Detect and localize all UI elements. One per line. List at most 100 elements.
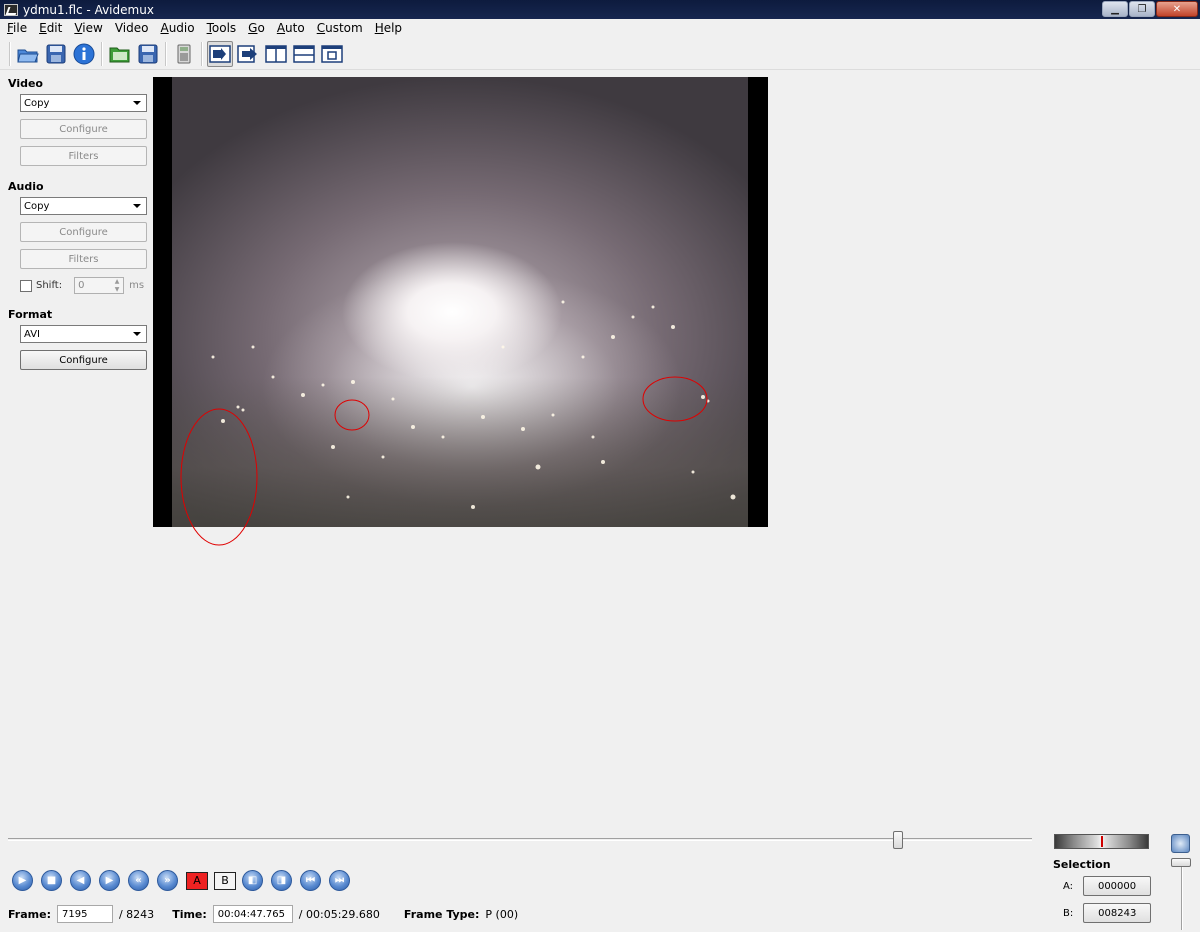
play-button[interactable]: ▶: [12, 870, 33, 891]
video-codec-select[interactable]: Copy: [20, 94, 147, 112]
next-black-frame-icon: ⏭: [335, 875, 344, 886]
toolbar-separator: [201, 41, 203, 66]
shift-value: 0: [78, 280, 85, 291]
minimize-icon: ▁: [1111, 3, 1119, 15]
next-keyframe-button[interactable]: »: [157, 870, 178, 891]
go-to-b-button[interactable]: ◨: [271, 870, 292, 891]
menu-auto[interactable]: Auto: [270, 21, 310, 35]
video-preview: [153, 77, 768, 527]
open-button[interactable]: [15, 41, 41, 67]
menu-audio[interactable]: Audio: [153, 21, 199, 35]
frame-type-label: Frame Type:: [403, 907, 480, 921]
set-marker-b-button[interactable]: B: [214, 871, 236, 890]
go-to-a-button[interactable]: ◧: [242, 870, 263, 891]
toolbar-separator: [165, 41, 167, 66]
toolbar-separator: [101, 41, 103, 66]
shift-spinbox[interactable]: 0 ▲ ▼: [74, 277, 125, 294]
audio-codec-select[interactable]: Copy: [20, 197, 147, 215]
stop-icon: ■: [46, 875, 57, 886]
video-configure-button[interactable]: Configure: [20, 119, 147, 139]
menu-video[interactable]: Video: [108, 21, 154, 35]
chevron-down-icon: [133, 204, 141, 208]
toolbar: [0, 38, 1200, 70]
audio-configure-button[interactable]: Configure: [20, 222, 147, 242]
save-video-button[interactable]: [135, 41, 161, 67]
status-row: Frame: 7195 / 8243 Time: 00:04:47.765 / …: [8, 905, 518, 923]
timeline-thumb[interactable]: [893, 831, 903, 849]
open-folder-icon: [109, 47, 130, 62]
format-select[interactable]: AVI: [20, 325, 147, 343]
chevron-down-icon: [133, 332, 141, 336]
next-black-frame-button[interactable]: ⏭: [329, 870, 350, 891]
previous-black-frame-icon: ⏮: [306, 875, 315, 886]
city-lights: [211, 300, 736, 509]
menu-tools[interactable]: Tools: [200, 21, 242, 35]
menu-file[interactable]: File: [0, 21, 32, 35]
set-marker-a-button[interactable]: A: [186, 871, 208, 890]
selection-a-row: A: 000000: [1063, 876, 1152, 896]
previous-keyframe-button[interactable]: «: [128, 870, 149, 891]
time-total: / 00:05:29.680: [298, 907, 380, 921]
timeline-track[interactable]: [8, 838, 1032, 841]
frame-input[interactable]: 7195: [56, 905, 113, 923]
split-horizontal-button[interactable]: [291, 41, 317, 67]
menu-help[interactable]: Help: [368, 21, 407, 35]
menu-edit[interactable]: Edit: [32, 21, 67, 35]
previous-black-frame-button[interactable]: ⏮: [300, 870, 321, 891]
spin-down-icon[interactable]: ▼: [112, 286, 122, 293]
format-configure-button[interactable]: Configure: [20, 350, 147, 370]
volume-icon[interactable]: [1171, 834, 1190, 853]
format-section-label: Format: [8, 308, 53, 321]
menu-bar: File Edit View Video Audio Tools Go Auto…: [0, 19, 1200, 37]
stop-button[interactable]: ■: [41, 870, 62, 891]
preview-window-icon: [321, 44, 343, 63]
volume-track[interactable]: [1181, 858, 1183, 930]
menu-go[interactable]: Go: [241, 21, 270, 35]
time-input[interactable]: 00:04:47.765: [212, 905, 293, 923]
go-to-b-icon: ◨: [276, 875, 287, 886]
display-input-button[interactable]: [207, 40, 233, 67]
preview-window-button[interactable]: [319, 41, 345, 67]
navigation-bar: ▶ ■ ◀ ▶ « » A B ◧ ◨ ⏮ ⏭: [12, 870, 358, 891]
frame-type-value: P (00): [485, 907, 519, 921]
selection-a-label: A:: [1063, 880, 1074, 892]
calculator-button[interactable]: [171, 41, 197, 67]
split-vertical-button[interactable]: [263, 41, 289, 67]
shift-unit: ms: [129, 280, 145, 291]
split-horizontal-icon: [293, 44, 315, 63]
selection-b-row: B: 008243: [1063, 903, 1152, 923]
audio-codec-value: Copy: [24, 200, 50, 212]
info-icon: [73, 43, 95, 64]
display-output-button[interactable]: [235, 41, 261, 67]
previous-frame-button[interactable]: ◀: [70, 870, 91, 891]
properties-button[interactable]: [71, 41, 97, 67]
title-bar: ydmu1.flc - Avidemux ▁ ❐ ✕: [0, 0, 1200, 19]
menu-view[interactable]: View: [67, 21, 107, 35]
video-filters-button[interactable]: Filters: [20, 146, 147, 166]
previous-frame-icon: ◀: [76, 875, 85, 886]
chevron-down-icon: [133, 101, 141, 105]
previous-keyframe-icon: «: [135, 875, 142, 886]
save-button[interactable]: [43, 41, 69, 67]
restore-button[interactable]: ❐: [1129, 1, 1155, 17]
minimize-button[interactable]: ▁: [1102, 1, 1128, 17]
close-button[interactable]: ✕: [1156, 1, 1198, 17]
jog-shuttle[interactable]: [1054, 834, 1149, 849]
volume-thumb[interactable]: [1171, 858, 1191, 867]
selection-a-button[interactable]: 000000: [1083, 876, 1152, 896]
window-controls: ▁ ❐ ✕: [1102, 1, 1198, 17]
spin-up-icon[interactable]: ▲: [112, 278, 122, 285]
next-frame-icon: ▶: [105, 875, 114, 886]
app-icon: [4, 3, 18, 16]
open-video-button[interactable]: [107, 41, 133, 67]
audio-section-label: Audio: [8, 180, 44, 193]
selection-b-button[interactable]: 008243: [1083, 903, 1152, 923]
toolbar-separator: [9, 41, 11, 66]
selection-b-label: B:: [1063, 907, 1074, 919]
open-icon: [17, 49, 39, 62]
menu-custom[interactable]: Custom: [310, 21, 368, 35]
shift-checkbox[interactable]: [20, 279, 32, 292]
next-frame-button[interactable]: ▶: [99, 870, 120, 891]
audio-filters-button[interactable]: Filters: [20, 249, 147, 269]
jog-marker: [1101, 836, 1103, 847]
